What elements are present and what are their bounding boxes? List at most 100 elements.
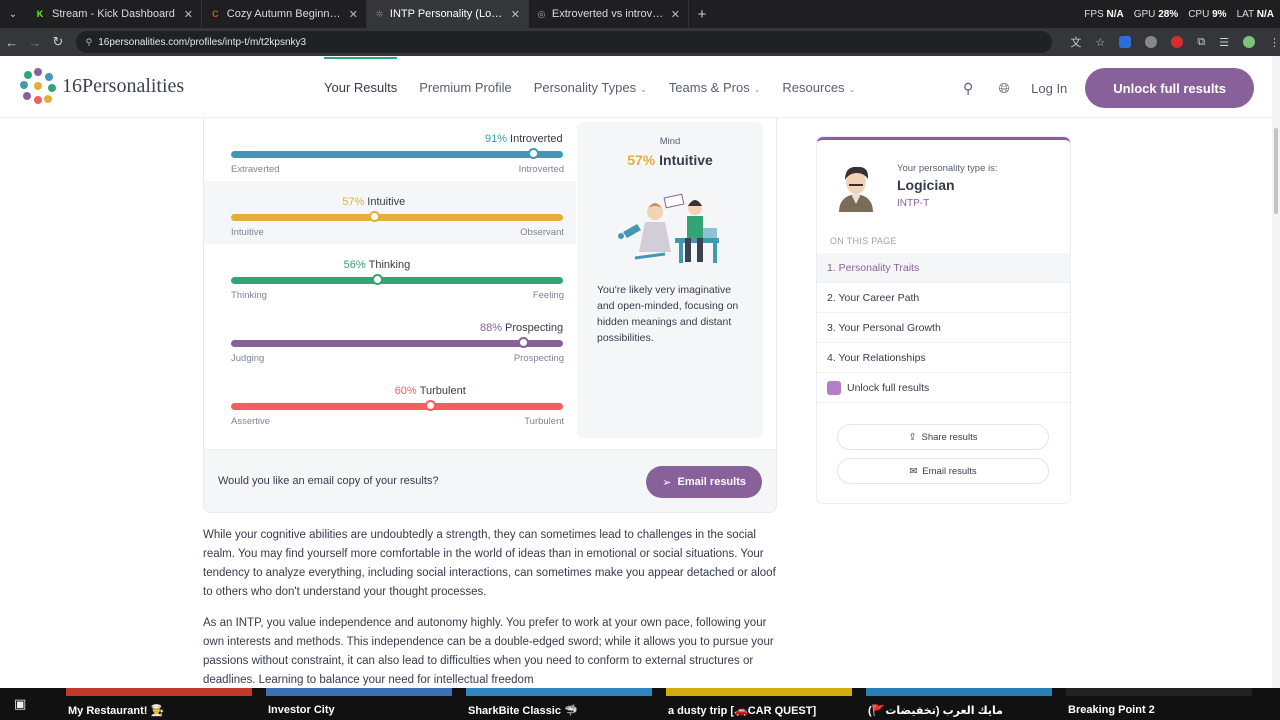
trait-name: Introverted	[510, 133, 563, 145]
trait-bar	[231, 151, 563, 158]
trait-left-label: Intuitive	[231, 227, 264, 238]
nav-link-your-results[interactable]: Your Results	[324, 56, 398, 95]
tab-close-icon[interactable]: ✕	[184, 8, 193, 21]
trait-left-label: Extraverted	[231, 164, 280, 175]
trait-row[interactable]: 56% Thinking Thinking Feeling	[230, 244, 576, 307]
on-this-page-item[interactable]: 1. Personality Traits	[817, 253, 1070, 283]
tab-title: Cozy Autumn Beginning in	[226, 8, 343, 20]
trait-heading: 57% Intuitive	[342, 196, 405, 208]
trait-name: Turbulent	[419, 385, 466, 397]
trait-detail-title: 57% Intuitive	[577, 152, 763, 168]
back-icon[interactable]: ←	[0, 35, 23, 50]
taskbar-item[interactable]: SharkBite Classic 🦈	[468, 704, 578, 717]
bookmark-star-icon[interactable]: ☆	[1095, 36, 1105, 49]
trait-heading: 91% Introverted	[485, 133, 563, 145]
type-intro: Your personality type is:	[897, 163, 998, 174]
nav-link-premium-profile[interactable]: Premium Profile	[419, 80, 511, 95]
translate-icon[interactable]: 文	[1070, 34, 1081, 50]
more-menu-icon[interactable]: ⋮	[1269, 36, 1280, 49]
profile-avatar[interactable]	[1243, 36, 1255, 48]
type-name: Logician	[897, 177, 955, 193]
globe-icon[interactable]: 🌐︎	[995, 79, 1013, 97]
send-icon: ➢	[662, 476, 672, 489]
nav-link-label: Teams & Pros	[668, 79, 750, 95]
browser-tab-strip: ⌄ K Stream - Kick Dashboard ✕ C Cozy Autumn …	[0, 0, 1280, 28]
trait-row[interactable]: 60% Turbulent Assertive Turbulent	[230, 370, 576, 433]
trait-percent: 56%	[343, 259, 366, 271]
address-bar-row: ← → ↻ ⚲ 16personalities.com/profiles/int…	[0, 28, 1280, 56]
nav-link-label: Personality Types	[533, 79, 637, 95]
reload-icon[interactable]: ↻	[46, 34, 69, 50]
logician-avatar	[839, 166, 873, 212]
on-this-page-item-label: 1. Personality Traits	[827, 261, 920, 274]
trait-percent: 91%	[485, 133, 508, 145]
extensions-area: 文 ☆ ⧉ ☰ ⋮	[1070, 34, 1280, 50]
start-icon[interactable]: ▣	[14, 696, 26, 712]
tab-close-icon[interactable]: ✕	[511, 8, 520, 21]
puzzle-icon[interactable]: ⧉	[1197, 36, 1205, 49]
browser-tab[interactable]: K Stream - Kick Dashboard ✕	[26, 0, 202, 28]
nav-link-label: Premium Profile	[419, 79, 512, 95]
login-link[interactable]: Log In	[1031, 81, 1067, 96]
logo-text: 16Personalities	[62, 74, 185, 97]
sidebar-email-results-button[interactable]: ✉ Email results	[837, 458, 1049, 484]
tab-search-icon[interactable]: ⌄	[0, 0, 26, 28]
trait-percent: 88%	[480, 322, 503, 334]
browser-tab[interactable]: C Cozy Autumn Beginning in ✕	[202, 0, 367, 28]
on-this-page-item[interactable]: 4. Your Relationships	[817, 343, 1070, 373]
nav-link-personality-types[interactable]: Personality Types ⌄	[534, 80, 647, 95]
trait-name: Intuitive	[367, 196, 406, 208]
extension-icon[interactable]	[1119, 36, 1132, 48]
nav-link-resources[interactable]: Resources ⌄	[782, 80, 855, 95]
site-logo[interactable]: 16Personalities	[20, 68, 184, 104]
trait-list: 91% Introverted Extraverted Introverted 57% I…	[204, 118, 576, 433]
new-tab-button[interactable]: +	[689, 6, 715, 23]
fps-value: N/A	[1106, 8, 1124, 20]
on-this-page-item-label: 3. Your Personal Growth	[827, 321, 941, 334]
taskbar-thumbnail	[66, 688, 252, 696]
site-info-icon[interactable]: ⚲	[86, 37, 93, 48]
adblock-extension-icon[interactable]	[1171, 36, 1184, 48]
on-this-page-item[interactable]: 2. Your Career Path	[817, 283, 1070, 313]
on-this-page-nav: 1. Personality Traits 2. Your Career Path…	[817, 253, 1070, 403]
body-paragraph: While your cognitive abilities are undou…	[203, 529, 776, 598]
nav-link-teams-pros[interactable]: Teams & Pros ⌄	[669, 80, 761, 95]
trait-right-label: Feeling	[532, 290, 564, 301]
browser-tab[interactable]: ◎ Extroverted vs introverted traits ✕	[529, 0, 689, 28]
taskbar-item[interactable]: مايك العرب (تخفيضات🚩)	[868, 704, 1003, 717]
taskbar-item[interactable]: Investor City	[268, 704, 335, 716]
taskbar-thumbnail	[466, 688, 652, 696]
taskbar-thumbnail	[266, 688, 452, 696]
nav-link-label: Your Results	[324, 79, 398, 95]
system-stats: FPS N/A GPU 28% CPU 9% LAT N/A	[1084, 0, 1274, 28]
chevron-down-icon: ⌄	[848, 84, 856, 94]
browser-tab[interactable]: ✲ INTP Personality (Logician) | 16 ✕	[367, 0, 529, 28]
taskbar-item[interactable]: My Restaurant! 👨‍🍳	[68, 704, 164, 717]
on-this-page-item[interactable]: 3. Your Personal Growth	[817, 313, 1070, 343]
tab-favicon-icon: ◎	[537, 8, 546, 19]
trait-row[interactable]: 57% Intuitive Intuitive Observant	[204, 181, 576, 244]
url-field[interactable]: ⚲ 16personalities.com/profiles/intp-t/m/…	[75, 31, 1053, 53]
sidebar-email-results-label: Email results	[922, 465, 977, 477]
tab-close-icon[interactable]: ✕	[671, 8, 680, 21]
tab-favicon-icon: C	[212, 9, 219, 19]
trait-right-label: Introverted	[518, 164, 564, 175]
email-results-button[interactable]: ➢ Email results	[646, 466, 762, 498]
tab-close-icon[interactable]: ✕	[349, 8, 358, 21]
taskbar-item[interactable]: Breaking Point 2	[1068, 704, 1155, 716]
trait-row[interactable]: 88% Prospecting Judging Prospecting	[230, 307, 576, 370]
shield-extension-icon[interactable]	[1145, 36, 1158, 48]
scrollbar-thumb[interactable]	[1274, 128, 1278, 214]
trait-heading: 60% Turbulent	[395, 385, 466, 397]
menu-list-icon[interactable]: ☰	[1219, 36, 1229, 49]
unlock-full-results-button[interactable]: Unlock full results	[1085, 68, 1254, 108]
page-scrollbar[interactable]	[1272, 56, 1280, 688]
search-icon[interactable]: ⚲	[959, 79, 977, 97]
trait-row[interactable]: 91% Introverted Extraverted Introverted	[230, 118, 576, 181]
taskbar-item[interactable]: a dusty trip [🚗CAR QUEST]	[668, 704, 816, 717]
tab-favicon-icon: ✲	[375, 8, 384, 19]
trait-percent: 60%	[394, 385, 417, 397]
forward-icon[interactable]: →	[23, 35, 46, 50]
sidebar-unlock-link[interactable]: Unlock full results	[817, 373, 1070, 403]
share-results-button[interactable]: ⇪ Share results	[837, 424, 1049, 450]
